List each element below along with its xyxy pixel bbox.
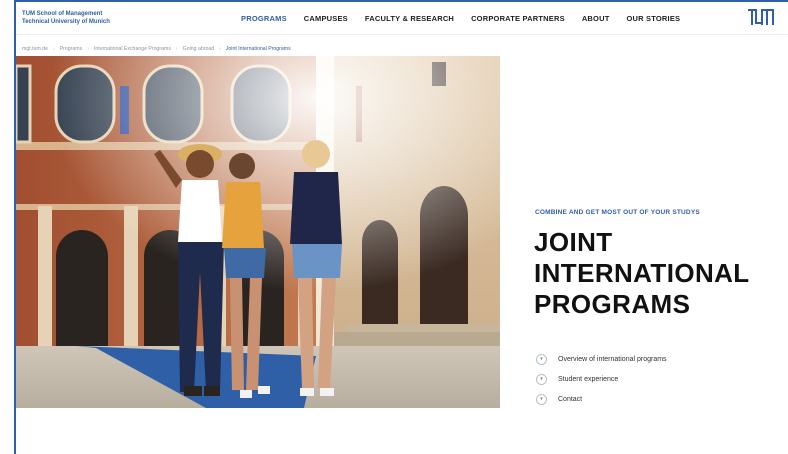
breadcrumb-separator: › — [52, 46, 55, 52]
hero-image — [16, 56, 500, 408]
page-title-line-2: INTERNATIONAL — [534, 258, 750, 288]
tum-logo-icon — [748, 9, 774, 25]
hero-photo-illustration — [16, 56, 500, 408]
link-student-experience[interactable]: ▾ Student experience — [536, 369, 667, 389]
link-label: Student experience — [558, 375, 619, 383]
brand-line-2: Technical University of Munich — [22, 19, 110, 25]
brand-logo[interactable]: TUM School of Management Technical Unive… — [22, 10, 110, 26]
breadcrumb-separator: › — [175, 46, 178, 52]
nav-campuses[interactable]: CAMPUSES — [304, 14, 348, 23]
breadcrumb-current: Joint International Programs — [225, 46, 291, 52]
main-nav: PROGRAMS CAMPUSES FACULTY & RESEARCH COR… — [241, 2, 680, 34]
breadcrumb-programs[interactable]: Programs — [60, 46, 83, 52]
chevron-down-icon: ▾ — [536, 393, 547, 405]
page-title-line-1: JOINT — [534, 227, 613, 257]
link-label: Contact — [558, 395, 583, 403]
chevron-down-icon: ▾ — [536, 373, 547, 385]
page-title: JOINT INTERNATIONAL PROGRAMS — [534, 227, 750, 320]
tum-logo[interactable] — [748, 9, 774, 30]
nav-about[interactable]: ABOUT — [582, 14, 610, 23]
site-header: TUM School of Management Technical Unive… — [16, 2, 788, 35]
breadcrumb: mgt.tum.de › Programs › International Ex… — [22, 46, 291, 52]
nav-our-stories[interactable]: OUR STORIES — [626, 14, 680, 23]
breadcrumb-exchange-programs[interactable]: International Exchange Programs — [94, 46, 171, 52]
brand-line-1: TUM School of Management — [22, 11, 103, 17]
nav-faculty-research[interactable]: FACULTY & RESEARCH — [365, 14, 454, 23]
link-overview-international-programs[interactable]: ▾ Overview of international programs — [536, 349, 667, 369]
anchor-links: ▾ Overview of international programs ▾ S… — [536, 349, 667, 409]
breadcrumb-separator: › — [219, 46, 221, 52]
link-label: Overview of international programs — [558, 355, 667, 363]
hero-eyebrow: COMBINE AND GET MOST OUT OF YOUR STUDYS — [535, 209, 700, 216]
nav-programs[interactable]: PROGRAMS — [241, 14, 287, 23]
link-contact[interactable]: ▾ Contact — [536, 389, 667, 409]
breadcrumb-separator: › — [87, 46, 89, 52]
nav-corporate-partners[interactable]: CORPORATE PARTNERS — [471, 14, 565, 23]
page-title-line-3: PROGRAMS — [534, 289, 691, 319]
breadcrumb-home[interactable]: mgt.tum.de — [22, 46, 48, 52]
chevron-down-icon: ▾ — [536, 353, 547, 365]
breadcrumb-going-abroad[interactable]: Going abroad — [183, 46, 214, 52]
